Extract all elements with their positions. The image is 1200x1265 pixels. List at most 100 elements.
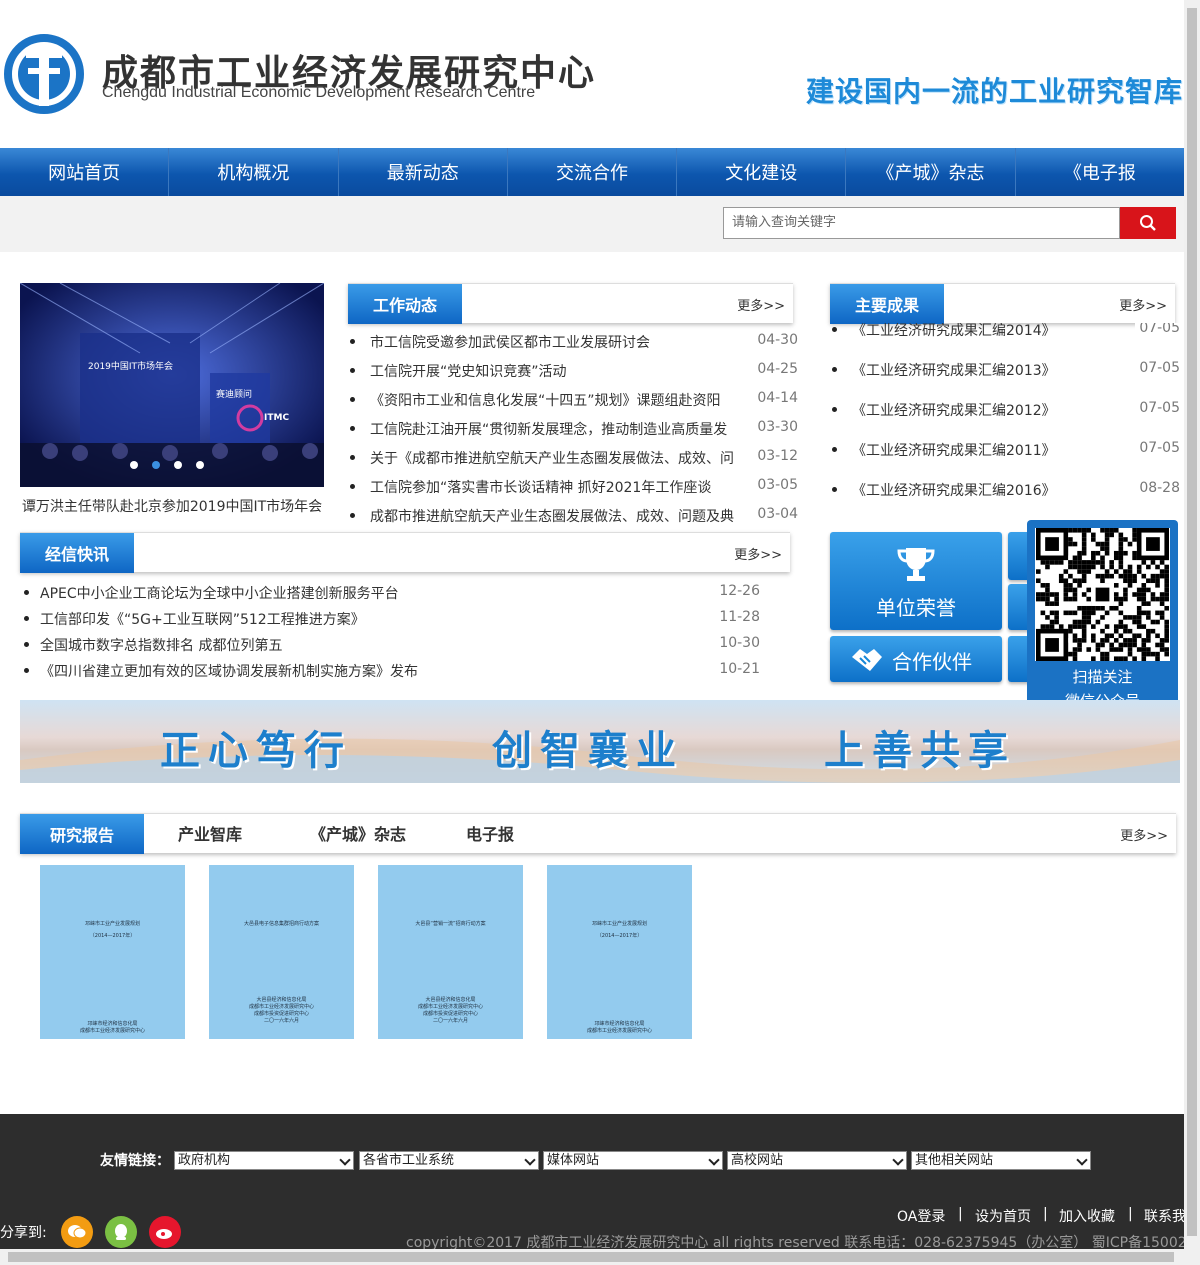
list-item[interactable]: 《资阳市工业和信息化发展“十四五”规划》课题组赴资阳 04-14: [350, 385, 798, 414]
list-item-title[interactable]: 工信部印发《“5G+工业互联网”512工程推进方案》: [40, 609, 365, 629]
list-item-title[interactable]: 《四川省建立更加有效的区域协调发展新机制实施方案》发布: [40, 661, 418, 681]
list-item[interactable]: 《工业经济研究成果汇编2012》 07-05: [832, 390, 1180, 430]
list-item[interactable]: 《工业经济研究成果汇编2011》 07-05: [832, 430, 1180, 470]
select-provincial-industry[interactable]: 各省市工业系统: [359, 1151, 539, 1170]
nav-epaper[interactable]: 《电子报: [1016, 148, 1184, 196]
list-item-title[interactable]: 关于《成都市推进航空航天产业生态圈发展做法、成效、问: [370, 448, 734, 468]
list-item-title[interactable]: 市工信院受邀参加武侯区都市工业发展研讨会: [370, 332, 650, 352]
page: 成都市工业经济发展研究中心 Chengdu Industrial Economi…: [0, 0, 1200, 1265]
select-other-sites[interactable]: 其他相关网站: [911, 1151, 1091, 1170]
report-cover[interactable]: 大邑县电子信息集群招商行动方案 大邑县经济和信息化局 成都市工业经济发展研究中心 …: [209, 865, 354, 1039]
honor-label: 单位荣誉: [876, 596, 956, 620]
report-cover[interactable]: 邛崃市工业产业发展规划 （2014—2017年） 邛崃市经济和信息化局 成都市工业经…: [547, 865, 692, 1039]
tab-industry-think-tank[interactable]: 产业智库: [178, 813, 242, 853]
wechat-share-icon[interactable]: [61, 1216, 93, 1248]
search-icon: [1140, 215, 1156, 231]
nav-news[interactable]: 最新动态: [339, 148, 508, 196]
list-item[interactable]: 全国城市数字总指数排名 成都位列第五 10-30: [20, 632, 760, 658]
list-item[interactable]: 市工信院受邀参加武侯区都市工业发展研讨会 04-30: [350, 327, 798, 356]
site-subtitle: Chengdu Industrial Economic Development …: [102, 84, 536, 101]
work-news-more-link[interactable]: 更多>>: [737, 295, 785, 314]
list-item-title[interactable]: 成都市推进航空航天产业生态圈发展做法、成效、问题及典: [370, 506, 734, 526]
select-media[interactable]: 媒体网站: [543, 1151, 723, 1170]
list-item-title[interactable]: 《工业经济研究成果汇编2012》: [852, 400, 1056, 420]
footer-set-home[interactable]: 设为首页: [975, 1206, 1031, 1226]
banner-word-3: 上善共享: [824, 728, 1016, 774]
main-nav: 网站首页 机构概况 最新动态 交流合作 文化建设 《产城》杂志 《电子报: [0, 148, 1184, 196]
news-slideshow[interactable]: 2019中国IT市场年会 赛迪顾问 ITMC: [20, 283, 324, 487]
list-item-title[interactable]: 全国城市数字总指数排名 成都位列第五: [40, 635, 282, 655]
footer-bookmark[interactable]: 加入收藏: [1059, 1206, 1115, 1226]
econ-news-more-link[interactable]: 更多>>: [734, 544, 782, 563]
work-news-title[interactable]: 工作动态: [348, 284, 462, 324]
weibo-share-icon[interactable]: [149, 1216, 181, 1248]
nav-culture[interactable]: 文化建设: [677, 148, 847, 196]
achievements-more-link[interactable]: 更多>>: [1119, 295, 1167, 314]
report-cover[interactable]: 邛崃市工业产业发展规划 （2014—2017年） 邛崃市经济和信息化局 成都市工业经…: [40, 865, 185, 1039]
handshake-icon: [852, 649, 882, 671]
search-input[interactable]: 请输入查询关键字: [723, 207, 1120, 239]
bullet-icon: [832, 407, 837, 412]
bullet-icon: [350, 484, 355, 489]
horizontal-scrollbar[interactable]: [0, 1249, 1184, 1265]
list-item-date: 03-04: [753, 506, 798, 522]
slide-dot[interactable]: [196, 461, 204, 469]
slide-dot[interactable]: [174, 461, 182, 469]
qq-share-icon[interactable]: [105, 1216, 137, 1248]
list-item[interactable]: 《工业经济研究成果汇编2014》 07-05: [832, 323, 1180, 350]
list-item-title[interactable]: APEC中小企业工商论坛为全球中小企业搭建创新服务平台: [40, 583, 399, 603]
list-item-title[interactable]: 工信院开展“党史知识竞赛”活动: [370, 361, 567, 381]
nav-magazine[interactable]: 《产城》杂志: [846, 148, 1016, 196]
achievements-title[interactable]: 主要成果: [830, 284, 944, 324]
wechat-qr-box[interactable]: 扫描关注 微信公众号: [1027, 520, 1178, 727]
select-government[interactable]: 政府机构: [174, 1151, 354, 1170]
list-item-date: 07-05: [1135, 360, 1180, 376]
footer-contact[interactable]: 联系我: [1144, 1206, 1186, 1226]
footer-oa-login[interactable]: OA登录: [897, 1206, 945, 1226]
econ-news-title[interactable]: 经信快讯: [20, 533, 134, 573]
honor-tile[interactable]: 单位荣誉: [830, 532, 1002, 630]
nav-home[interactable]: 网站首页: [0, 148, 170, 196]
list-item[interactable]: APEC中小企业工商论坛为全球中小企业搭建创新服务平台 12-26: [20, 580, 760, 606]
list-item-title[interactable]: 《工业经济研究成果汇编2016》: [852, 480, 1056, 500]
share-label: 分享到:: [0, 1225, 47, 1241]
list-item[interactable]: 《四川省建立更加有效的区域协调发展新机制实施方案》发布 10-21: [20, 658, 760, 684]
tab-research-reports[interactable]: 研究报告: [20, 814, 144, 854]
select-government-value: 政府机构: [178, 1153, 231, 1168]
slideshow-caption[interactable]: 谭万洪主任带队赴北京参加2019中国IT市场年会: [20, 496, 324, 516]
report-cover-subtitle: （2014—2017年）: [89, 933, 136, 939]
research-more-link[interactable]: 更多>>: [1120, 825, 1168, 844]
list-item[interactable]: 成都市推进航空航天产业生态圈发展做法、成效、问题及典 03-04: [350, 501, 798, 530]
list-item[interactable]: 工信院赴江油开展“贯彻新发展理念，推动制造业高质量发 03-30: [350, 414, 798, 443]
list-item-title[interactable]: 《工业经济研究成果汇编2013》: [852, 360, 1056, 380]
list-item-title[interactable]: 《资阳市工业和信息化发展“十四五”规划》课题组赴资阳: [370, 390, 721, 410]
report-cover[interactable]: 大邑县“营销一流”招商行动方案 大邑县经济和信息化局 成都市工业经济发展研究中心 …: [378, 865, 523, 1039]
list-item[interactable]: 《工业经济研究成果汇编2013》 07-05: [832, 350, 1180, 390]
tab-epaper[interactable]: 电子报: [466, 813, 514, 853]
list-item[interactable]: 关于《成都市推进航空航天产业生态圈发展做法、成效、问 03-12: [350, 443, 798, 472]
vertical-scrollbar[interactable]: [1184, 0, 1200, 1265]
nav-about[interactable]: 机构概况: [169, 148, 339, 196]
partner-tile[interactable]: 合作伙伴: [830, 636, 1002, 682]
nav-cooperation[interactable]: 交流合作: [508, 148, 678, 196]
list-item-title[interactable]: 《工业经济研究成果汇编2014》: [852, 323, 1056, 340]
partner-label: 合作伙伴: [892, 650, 972, 674]
slide-dot[interactable]: [130, 461, 138, 469]
list-item-date: 07-05: [1135, 440, 1180, 456]
list-item[interactable]: 工信院开展“党史知识竞赛”活动 04-25: [350, 356, 798, 385]
search-button[interactable]: [1120, 207, 1176, 239]
vertical-scroll-thumb[interactable]: [1187, 8, 1197, 1236]
list-item-title[interactable]: 工信院赴江油开展“贯彻新发展理念，推动制造业高质量发: [370, 419, 727, 439]
list-item-date: 10-30: [715, 635, 760, 651]
list-item[interactable]: 工信院参加“落实書市长谈话精神 抓好2021年工作座谈 03-05: [350, 472, 798, 501]
list-item-title[interactable]: 《工业经济研究成果汇编2011》: [852, 440, 1056, 460]
select-universities[interactable]: 高校网站: [727, 1151, 907, 1170]
list-item-title[interactable]: 工信院参加“落实書市长谈话精神 抓好2021年工作座谈: [370, 477, 711, 497]
list-item[interactable]: 工信部印发《“5G+工业互联网”512工程推进方案》 11-28: [20, 606, 760, 632]
horizontal-scroll-thumb[interactable]: [8, 1252, 1174, 1262]
tab-magazine[interactable]: 《产城》杂志: [310, 813, 406, 853]
slide-dot[interactable]: [152, 461, 160, 469]
site-logo[interactable]: [0, 34, 88, 114]
econ-news-list: APEC中小企业工商论坛为全球中小企业搭建创新服务平台 12-26 工信部印发《“5…: [20, 580, 760, 684]
list-item[interactable]: 《工业经济研究成果汇编2016》 08-28: [832, 470, 1180, 503]
